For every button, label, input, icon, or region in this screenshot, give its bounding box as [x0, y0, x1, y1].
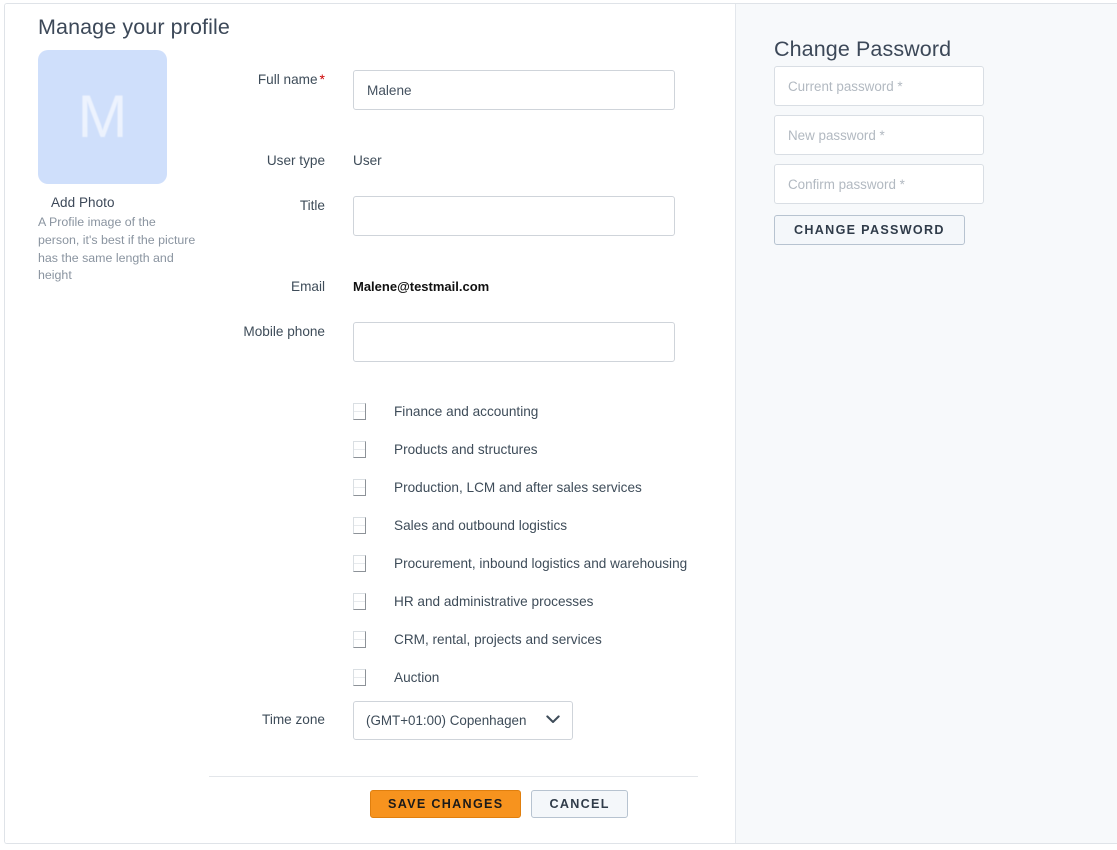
functional-area-row[interactable]: HR and administrative processes: [353, 582, 713, 620]
functional-area-label: Auction: [394, 670, 439, 685]
change-password-button[interactable]: CHANGE PASSWORD: [774, 215, 965, 245]
title-input[interactable]: [353, 196, 675, 236]
checkbox-icon[interactable]: [353, 479, 366, 496]
functional-area-label: Production, LCM and after sales services: [394, 480, 642, 495]
functional-area-label: Sales and outbound logistics: [394, 518, 567, 533]
user-type-label: User type: [185, 151, 353, 170]
change-password-title: Change Password: [774, 37, 951, 62]
full-name-input[interactable]: [353, 70, 675, 110]
field-row-user-type: User type User: [185, 151, 705, 170]
field-row-mobile-phone: Mobile phone: [185, 322, 705, 362]
save-changes-button[interactable]: SAVE CHANGES: [370, 790, 521, 818]
profile-card: Manage your profile M Add Photo A Profil…: [4, 3, 1117, 844]
functional-area-row[interactable]: Auction: [353, 658, 713, 696]
checkbox-icon[interactable]: [353, 669, 366, 686]
title-label: Title: [185, 196, 353, 215]
form-divider: [209, 776, 698, 777]
checkbox-icon[interactable]: [353, 517, 366, 534]
functional-area-row[interactable]: Products and structures: [353, 430, 713, 468]
avatar-initial: M: [78, 87, 128, 147]
time-zone-select-wrap: (GMT+01:00) Copenhagen: [353, 701, 573, 740]
functional-area-label: HR and administrative processes: [394, 594, 593, 609]
email-value: Malene@testmail.com: [353, 277, 489, 296]
functional-area-label: CRM, rental, projects and services: [394, 632, 602, 647]
current-password-input[interactable]: [774, 66, 984, 106]
field-row-full-name: Full name*: [185, 70, 705, 110]
field-row-title: Title: [185, 196, 705, 236]
functional-area-row[interactable]: Finance and accounting: [353, 392, 713, 430]
checkbox-icon[interactable]: [353, 555, 366, 572]
full-name-label: Full name*: [185, 70, 353, 89]
field-row-email: Email Malene@testmail.com: [185, 277, 705, 296]
functional-area-label: Products and structures: [394, 442, 538, 457]
functional-areas-list: Finance and accounting Products and struc…: [353, 392, 713, 696]
profile-pane: Manage your profile M Add Photo A Profil…: [5, 4, 736, 843]
mobile-phone-label: Mobile phone: [185, 322, 353, 341]
page-title: Manage your profile: [38, 15, 230, 40]
checkbox-icon[interactable]: [353, 631, 366, 648]
profile-page: Manage your profile M Add Photo A Profil…: [0, 0, 1117, 850]
time-zone-select[interactable]: (GMT+01:00) Copenhagen: [353, 701, 573, 740]
change-password-pane: Change Password CHANGE PASSWORD: [736, 4, 1117, 843]
cancel-button[interactable]: CANCEL: [531, 790, 627, 818]
full-name-label-text: Full name: [258, 72, 318, 87]
checkbox-icon[interactable]: [353, 593, 366, 610]
checkbox-icon[interactable]: [353, 403, 366, 420]
email-label: Email: [185, 277, 353, 296]
change-password-form: CHANGE PASSWORD: [774, 66, 984, 245]
functional-area-label: Procurement, inbound logistics and wareh…: [394, 556, 687, 571]
functional-area-row[interactable]: Procurement, inbound logistics and wareh…: [353, 544, 713, 582]
new-password-input[interactable]: [774, 115, 984, 155]
mobile-phone-input[interactable]: [353, 322, 675, 362]
checkbox-icon[interactable]: [353, 441, 366, 458]
functional-area-row[interactable]: Sales and outbound logistics: [353, 506, 713, 544]
avatar[interactable]: M: [38, 50, 167, 184]
time-zone-label: Time zone: [185, 701, 353, 729]
functional-area-label: Finance and accounting: [394, 404, 538, 419]
avatar-hint: A Profile image of the person, it's best…: [38, 214, 200, 285]
user-type-value: User: [353, 151, 382, 170]
field-row-time-zone: Time zone (GMT+01:00) Copenhagen: [185, 701, 705, 740]
confirm-password-input[interactable]: [774, 164, 984, 204]
required-asterisk-icon: *: [320, 71, 325, 87]
functional-area-row[interactable]: CRM, rental, projects and services: [353, 620, 713, 658]
functional-area-row[interactable]: Production, LCM and after sales services: [353, 468, 713, 506]
form-actions: SAVE CHANGES CANCEL: [370, 790, 628, 818]
